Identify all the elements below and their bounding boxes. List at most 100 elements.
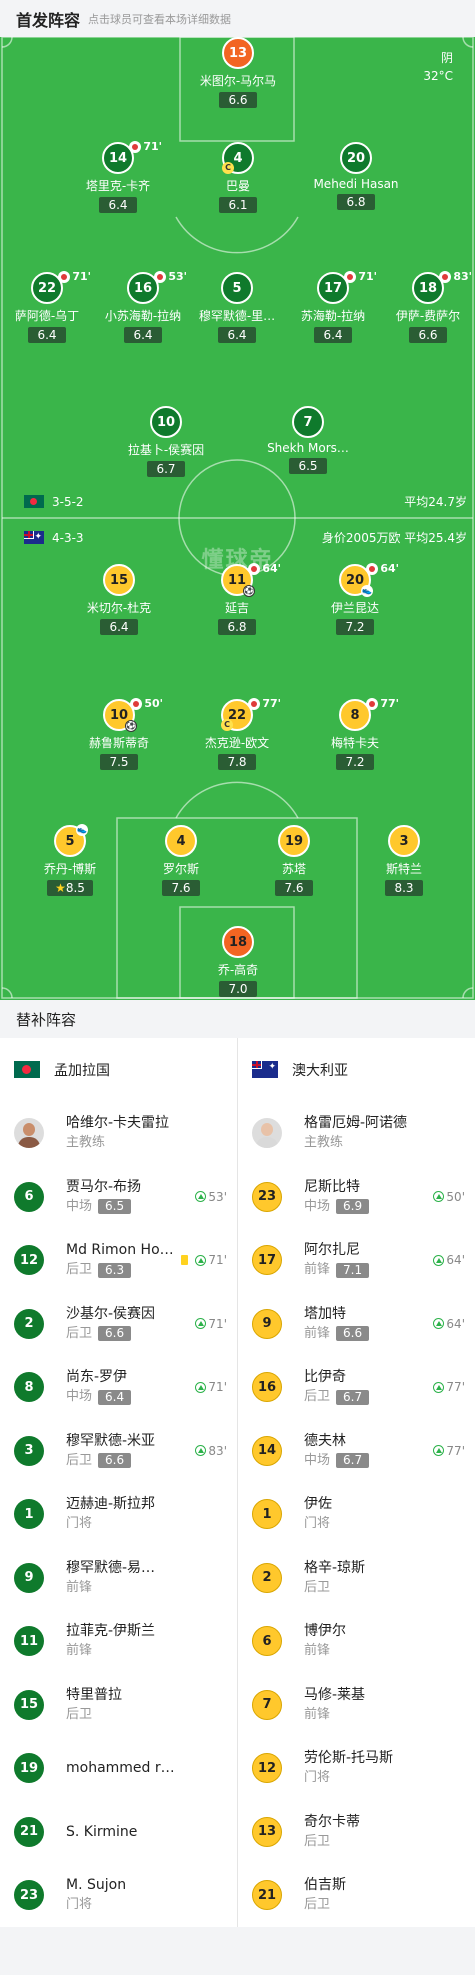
player-bd-14[interactable]: 14 71' 塔里克-卡齐 6.4 xyxy=(63,140,173,213)
bench-player-name: 劳伦斯-托马斯 xyxy=(304,1750,394,1767)
bench-player-row[interactable]: 15 特里普拉 后卫 xyxy=(0,1673,237,1737)
bench-team-header: 澳大利亚 xyxy=(238,1038,475,1101)
player-number-badge: 20 64' 👟 xyxy=(339,562,399,597)
bench-player-name: 尼斯比特 xyxy=(304,1178,360,1195)
sub-on-time: 64' xyxy=(433,1253,465,1267)
player-number-badge: 4 C xyxy=(222,142,254,174)
player-bd-22[interactable]: 22 71' 萨阿德-乌丁 6.4 xyxy=(0,270,102,343)
bench-player-row[interactable]: 6 贾马尔-布扬 中场 6.5 53' xyxy=(0,1165,237,1229)
bench-player-number: 16 xyxy=(252,1372,282,1403)
player-number-badge: 10 xyxy=(150,406,182,438)
player-au-5[interactable]: 5 👟 乔丹-博斯 ★8.5 xyxy=(15,824,125,896)
player-rating: 8.3 xyxy=(385,880,423,896)
bench-player-row[interactable]: 11 拉菲克-伊斯兰 前锋 xyxy=(0,1610,237,1674)
player-bd-7[interactable]: 7 Shekh Mors… 6.5 xyxy=(253,406,363,474)
coach-role: 主教练 xyxy=(304,1135,344,1150)
bench-player-name: 阿尔扎尼 xyxy=(304,1242,360,1259)
player-bd-18[interactable]: 18 83' 伊萨-费萨尔 6.6 xyxy=(373,270,475,343)
player-au-8[interactable]: 8 77' 梅特卡夫 7.2 xyxy=(300,697,410,770)
sub-off-badge: 71' xyxy=(58,270,91,283)
bench-team-name: 澳大利亚 xyxy=(292,1062,348,1079)
sub-off-icon xyxy=(154,270,167,283)
player-rating: 6.4 xyxy=(314,327,352,343)
bench-player-row[interactable]: 2 沙基尔-侯赛因 后卫 6.6 71' xyxy=(0,1292,237,1356)
bench-player-position: 后卫 xyxy=(304,1579,331,1595)
player-number-badge: 18 xyxy=(222,926,254,958)
player-au-11[interactable]: 11 64' ⚽ 延吉 6.8 xyxy=(182,562,292,635)
player-au-20[interactable]: 20 64' 👟 伊兰昆达 7.2 xyxy=(300,562,410,635)
coach-row[interactable]: 格雷厄姆-阿诺德 主教练 xyxy=(238,1101,475,1165)
player-bd-20[interactable]: 20 Mehedi Hasan 6.8 xyxy=(301,142,411,210)
sub-off-icon xyxy=(129,140,142,153)
bench-player-row[interactable]: 1 迈赫迪-斯拉邦 门将 xyxy=(0,1483,237,1547)
australia-flag-icon xyxy=(252,1061,278,1078)
coach-avatar xyxy=(14,1118,44,1148)
bench-column-australia: 澳大利亚 格雷厄姆-阿诺德 主教练 23尼斯比特中场6.950'17阿尔扎尼前锋… xyxy=(237,1038,475,1927)
player-bd-5[interactable]: 5 穆罕默德-里… 6.4 xyxy=(182,272,292,343)
bench-player-row[interactable]: 16 比伊奇 后卫 6.7 77' xyxy=(238,1356,475,1420)
bench-player-row[interactable]: 9 穆罕默德-易… 前锋 xyxy=(0,1546,237,1610)
bench-player-row[interactable]: 8 尚东-罗伊 中场 6.4 71' xyxy=(0,1356,237,1420)
player-au-10[interactable]: 10 50' ⚽ 赫鲁斯蒂奇 7.5 xyxy=(64,697,174,770)
weather-temp: 32°C xyxy=(423,69,453,83)
bench-player-row[interactable]: 14 德夫林 中场 6.7 77' xyxy=(238,1419,475,1483)
sub-off-badge: 77' xyxy=(366,697,399,710)
bench-player-position: 后卫 xyxy=(66,1452,93,1468)
coach-role: 主教练 xyxy=(66,1135,106,1150)
bench-player-rating: 6.6 xyxy=(336,1326,370,1342)
player-bd-17[interactable]: 17 71' 苏海勒-拉纳 6.4 xyxy=(278,270,388,343)
player-bd-10[interactable]: 10 拉基卜-侯赛因 6.7 xyxy=(111,406,221,477)
bench-player-row[interactable]: 19 mohammed r… xyxy=(0,1737,237,1801)
bench-player-rating: 6.4 xyxy=(98,1389,132,1405)
player-number-badge: 7 xyxy=(292,406,324,438)
bench-player-row[interactable]: 7 马修-莱基 前锋 xyxy=(238,1673,475,1737)
player-au-19[interactable]: 19 苏塔 7.6 xyxy=(239,825,349,896)
bench-player-name: 塔加特 xyxy=(304,1305,346,1322)
sub-off-badge: 83' xyxy=(439,270,472,283)
bench-player-row[interactable]: 6 博伊尔 前锋 xyxy=(238,1610,475,1674)
lineup-header: 首发阵容 点击球员可查看本场详细数据 xyxy=(0,0,475,37)
bench-player-rating: 6.3 xyxy=(98,1262,132,1278)
bench-player-row[interactable]: 13 奇尔卡蒂 后卫 xyxy=(238,1800,475,1864)
player-rating: 6.1 xyxy=(219,197,257,213)
goal-ball-icon: ⚽ xyxy=(125,720,137,732)
bangladesh-flag-icon xyxy=(24,495,44,508)
player-name: 延吉 xyxy=(224,601,249,615)
bench-player-number: 7 xyxy=(252,1689,282,1720)
bench-player-row[interactable]: 1 伊佐 门将 xyxy=(238,1483,475,1547)
player-bd-13[interactable]: 13 米图尔-马尔马 6.6 xyxy=(183,37,293,108)
player-au-4[interactable]: 4 罗尔斯 7.6 xyxy=(126,825,236,896)
player-number-badge: 11 64' ⚽ xyxy=(221,562,281,597)
bench-player-row[interactable]: 3 穆罕默德-米亚 后卫 6.6 83' xyxy=(0,1419,237,1483)
coach-avatar xyxy=(252,1118,282,1148)
bench-player-number: 21 xyxy=(252,1880,282,1911)
bench-player-row[interactable]: 17 阿尔扎尼 前锋 7.1 64' xyxy=(238,1229,475,1293)
sub-on-time: 77' xyxy=(433,1380,465,1394)
player-au-22[interactable]: 22 77' C 杰克逊-欧文 7.8 xyxy=(182,697,292,770)
bench-player-row[interactable]: 23 尼斯比特 中场 6.9 50' xyxy=(238,1165,475,1229)
bench-player-row[interactable]: 2 格辛-琼斯 后卫 xyxy=(238,1546,475,1610)
bench-player-row[interactable]: 12 劳伦斯-托马斯 门将 xyxy=(238,1737,475,1801)
player-au-18[interactable]: 18 乔-高奇 7.0 xyxy=(183,926,293,997)
player-au-15[interactable]: 15 米切尔-杜克 6.4 xyxy=(64,564,174,635)
player-name: 梅特卡夫 xyxy=(330,736,379,750)
australia-formation: 4-3-3 xyxy=(52,530,84,545)
bench-player-name: Md Rimon Ho… xyxy=(66,1242,174,1259)
bench-player-position: 前锋 xyxy=(304,1706,331,1722)
coach-row[interactable]: 哈维尔-卡夫雷拉 主教练 xyxy=(0,1101,237,1165)
sub-on-time: 50' xyxy=(433,1190,465,1204)
bench-player-row[interactable]: 9 塔加特 前锋 6.6 64' xyxy=(238,1292,475,1356)
player-au-3[interactable]: 3 斯特兰 8.3 xyxy=(349,825,459,896)
bench-player-row[interactable]: 23 M. Sujon 门将 xyxy=(0,1864,237,1928)
bench-player-number: 19 xyxy=(14,1753,44,1784)
bench-player-row[interactable]: 21 S. Kirmine xyxy=(0,1800,237,1864)
player-name: 米切尔-杜克 xyxy=(86,601,152,615)
coach-name: 哈维尔-卡夫雷拉 xyxy=(66,1115,170,1131)
player-rating: 7.5 xyxy=(100,754,138,770)
player-number-badge: 5 xyxy=(221,272,253,304)
bench-player-position: 门将 xyxy=(66,1516,93,1532)
bench-player-row[interactable]: 21 伯吉斯 后卫 xyxy=(238,1864,475,1928)
bench-player-row[interactable]: 12 Md Rimon Ho… 后卫 6.3 71' xyxy=(0,1229,237,1293)
player-name: 乔-高奇 xyxy=(217,963,259,977)
player-bd-4[interactable]: 4 C 巴曼 6.1 xyxy=(183,142,293,213)
